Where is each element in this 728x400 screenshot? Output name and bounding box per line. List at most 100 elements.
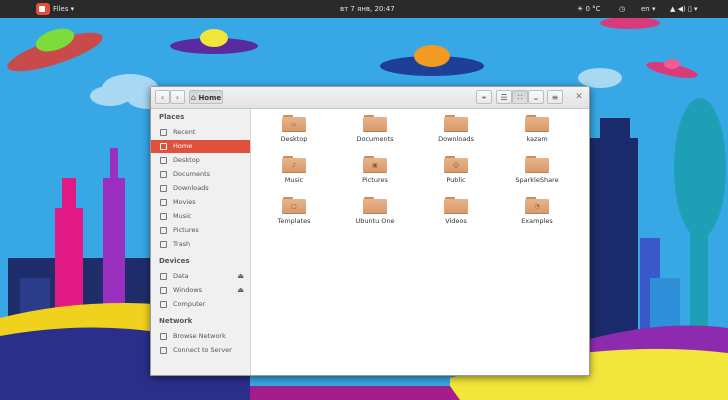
file-item-kazam[interactable]: kazam: [502, 115, 572, 143]
file-label: SparkleShare: [515, 176, 559, 184]
sidebar-item-label: Recent: [173, 128, 196, 136]
sidebar-item-label: Windows: [173, 286, 203, 294]
file-item-templates[interactable]: □ Templates: [259, 197, 329, 225]
file-item-desktop[interactable]: ▭ Desktop: [259, 115, 329, 143]
app-logo-icon[interactable]: [36, 3, 50, 15]
sidebar-item-label: Documents: [173, 170, 211, 178]
file-label: Music: [284, 176, 304, 184]
header-bar: ‹ › ⌂ Home ⌖ ☰ ∷ ⌄ ≡ ✕: [151, 87, 589, 109]
devices-title: Devices: [159, 257, 190, 265]
documents-icon: [160, 171, 167, 178]
home-icon: ⌂: [190, 93, 196, 102]
downloads-icon: [160, 185, 167, 192]
sidebar-item-label: Home: [173, 142, 193, 150]
folder-icon: ▣: [363, 156, 387, 173]
list-view-button[interactable]: ☰: [496, 90, 512, 104]
file-item-examples[interactable]: ◔ Examples: [502, 197, 572, 225]
file-label: Examples: [521, 217, 553, 225]
file-label: Desktop: [280, 135, 308, 143]
sidebar-item-label: Movies: [173, 198, 196, 206]
view-options-button[interactable]: ⌄: [528, 90, 544, 104]
folder-emblem-icon: ◔: [534, 203, 540, 210]
folder-icon: ▭: [282, 115, 306, 132]
locate-button[interactable]: ⌖: [476, 90, 492, 104]
folder-emblem-icon: ☺: [452, 162, 460, 169]
grid-view-button[interactable]: ∷: [512, 90, 528, 104]
menu-button[interactable]: ≡: [547, 90, 563, 104]
sidebar-item-label: Computer: [173, 300, 206, 308]
file-label: Documents: [356, 135, 394, 143]
trash-icon: [160, 241, 167, 248]
drive-icon: [160, 287, 167, 294]
system-status-menu[interactable]: ▲ ◀) ▯ ▾: [670, 0, 698, 18]
file-item-pictures[interactable]: ▣ Pictures: [340, 156, 410, 184]
sidebar-item-browse-network[interactable]: Browse Network: [151, 330, 250, 343]
sidebar-item-movies[interactable]: Movies: [151, 196, 250, 209]
folder-icon: [363, 197, 387, 214]
folder-emblem-icon: □: [291, 203, 297, 210]
path-label: Home: [198, 94, 222, 102]
file-label: Templates: [277, 217, 311, 225]
server-icon: [160, 347, 167, 354]
sidebar-item-connect-to-server[interactable]: Connect to Server: [151, 344, 250, 357]
file-item-music[interactable]: ♪ Music: [259, 156, 329, 184]
sidebar-item-label: Browse Network: [173, 332, 226, 340]
file-item-public[interactable]: ☺ Public: [421, 156, 491, 184]
clock-icon: [160, 129, 167, 136]
file-grid: ▭ Desktop Documents Downloads kazam ♪ Music ▣ Pi…: [251, 109, 589, 375]
file-item-downloads[interactable]: Downloads: [421, 115, 491, 143]
folder-icon: □: [282, 197, 306, 214]
forward-button[interactable]: ›: [170, 90, 185, 104]
file-label: Pictures: [362, 176, 388, 184]
sidebar-item-documents[interactable]: Documents: [151, 168, 250, 181]
files-window: ‹ › ⌂ Home ⌖ ☰ ∷ ⌄ ≡ ✕ Places Recent Home…: [150, 86, 590, 376]
music-icon: [160, 213, 167, 220]
weather-indicator[interactable]: ☀ 0 °C: [577, 0, 601, 18]
folder-emblem-icon: ♪: [292, 162, 296, 169]
network-title: Network: [159, 317, 193, 325]
file-label: Public: [446, 176, 466, 184]
computer-icon: [160, 301, 167, 308]
close-button[interactable]: ✕: [573, 91, 585, 103]
clock-icon[interactable]: ◷: [619, 0, 625, 18]
folder-icon: ☺: [444, 156, 468, 173]
app-menu[interactable]: Files ▾: [53, 0, 74, 18]
sidebar-item-label: Data: [173, 272, 189, 280]
home-icon: [160, 143, 167, 150]
file-item-videos[interactable]: Videos: [421, 197, 491, 225]
sidebar-item-computer[interactable]: Computer: [151, 298, 250, 311]
sidebar-item-trash[interactable]: Trash: [151, 238, 250, 251]
sidebar-item-pictures[interactable]: Pictures: [151, 224, 250, 237]
sidebar-item-home[interactable]: Home: [151, 140, 250, 153]
sidebar-item-music[interactable]: Music: [151, 210, 250, 223]
sidebar-item-windows[interactable]: Windows ⏏: [151, 284, 250, 297]
folder-icon: [525, 115, 549, 132]
file-item-ubuntu-one[interactable]: Ubuntu One: [340, 197, 410, 225]
sidebar-item-desktop[interactable]: Desktop: [151, 154, 250, 167]
folder-icon: [444, 197, 468, 214]
sidebar-item-label: Connect to Server: [173, 346, 232, 354]
eject-icon[interactable]: ⏏: [237, 270, 244, 283]
eject-icon[interactable]: ⏏: [237, 284, 244, 297]
sidebar-item-recent[interactable]: Recent: [151, 126, 250, 139]
sidebar-item-label: Desktop: [173, 156, 200, 164]
folder-icon: ♪: [282, 156, 306, 173]
sidebar-item-label: Pictures: [173, 226, 199, 234]
sidebar-item-downloads[interactable]: Downloads: [151, 182, 250, 195]
file-item-documents[interactable]: Documents: [340, 115, 410, 143]
pictures-icon: [160, 227, 167, 234]
file-item-sparkleshare[interactable]: SparkleShare: [502, 156, 572, 184]
sidebar-item-data[interactable]: Data ⏏: [151, 270, 250, 283]
network-icon: [160, 333, 167, 340]
folder-icon: [444, 115, 468, 132]
folder-icon: [525, 156, 549, 173]
sidebar-item-label: Downloads: [173, 184, 209, 192]
clock[interactable]: вт 7 янв, 20:47: [340, 0, 395, 18]
folder-icon: [363, 115, 387, 132]
path-home-button[interactable]: ⌂ Home: [189, 90, 223, 104]
sidebar-item-label: Trash: [173, 240, 191, 248]
keyboard-layout[interactable]: en ▾: [641, 0, 655, 18]
places-title: Places: [159, 113, 185, 121]
movies-icon: [160, 199, 167, 206]
back-button[interactable]: ‹: [155, 90, 170, 104]
